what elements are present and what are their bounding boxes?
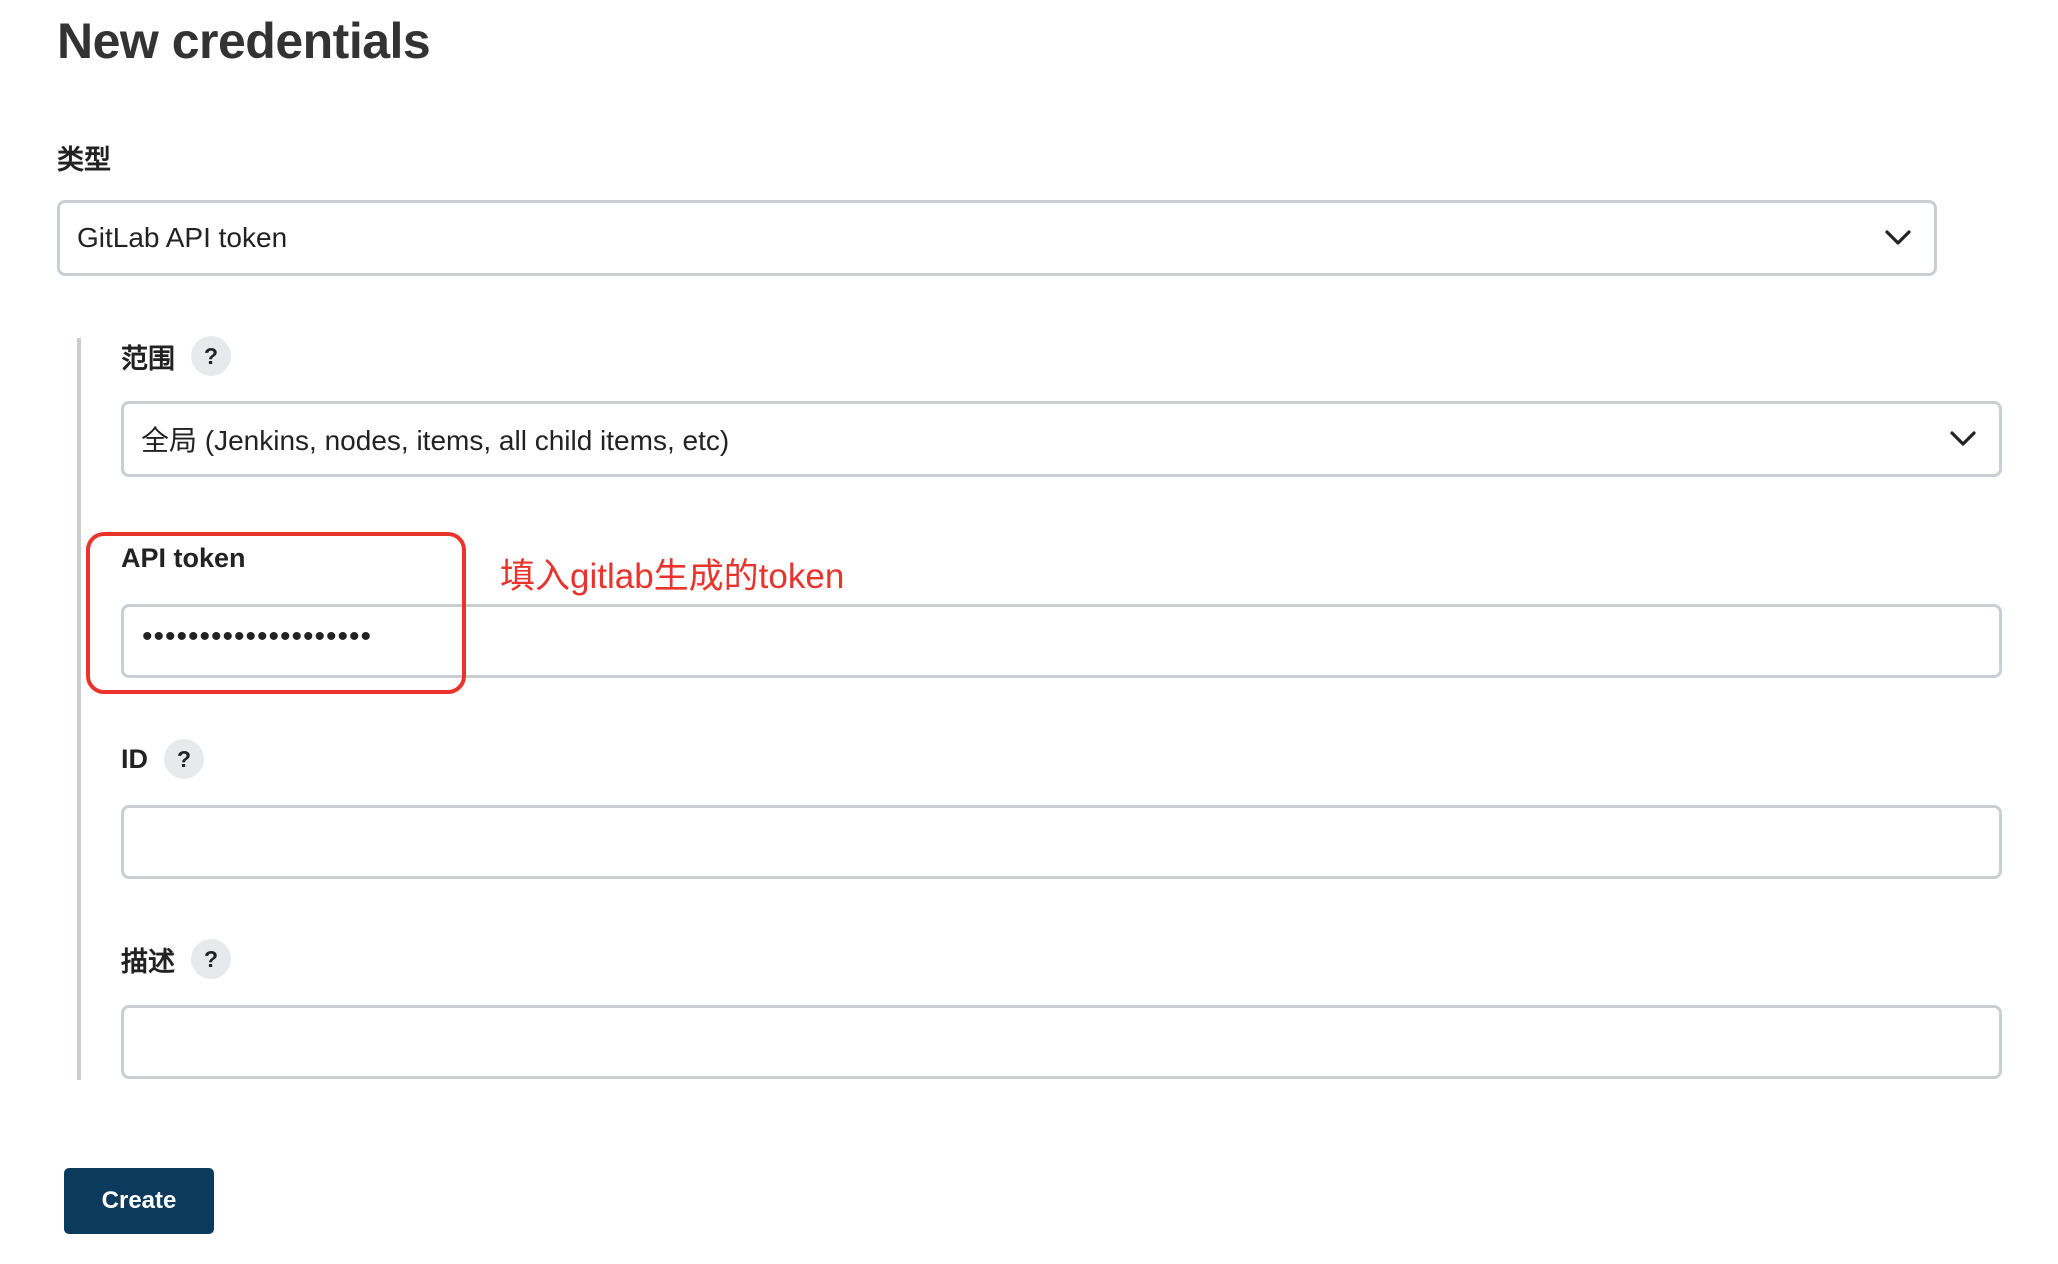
chevron-down-icon [1950, 431, 1976, 446]
chevron-down-icon [1885, 230, 1911, 245]
description-label-text: 描述 [121, 946, 175, 977]
annotation-highlight-box [86, 532, 466, 694]
id-label: ID ? [121, 739, 204, 779]
annotation-text: 填入gitlab生成的token [500, 557, 845, 596]
id-label-text: ID [121, 743, 148, 774]
kind-label-text: 类型 [57, 145, 111, 175]
id-help-icon[interactable]: ? [164, 739, 204, 779]
page-title: New credentials [57, 13, 431, 69]
description-input[interactable] [121, 1005, 2002, 1079]
kind-label: 类型 [57, 138, 111, 177]
nested-section-rule [77, 338, 81, 1080]
kind-selected-value: GitLab API token [77, 222, 288, 253]
create-button[interactable]: Create [64, 1168, 214, 1234]
kind-select[interactable]: GitLab API token [57, 200, 1937, 276]
description-help-icon[interactable]: ? [191, 939, 231, 979]
scope-selected-value: 全局 (Jenkins, nodes, items, all child ite… [141, 425, 730, 456]
id-input[interactable] [121, 805, 2002, 879]
description-label: 描述 ? [121, 939, 231, 979]
scope-help-icon[interactable]: ? [191, 336, 231, 376]
scope-label: 范围 ? [121, 336, 231, 376]
scope-select[interactable]: 全局 (Jenkins, nodes, items, all child ite… [121, 401, 2002, 477]
scope-label-text: 范围 [121, 343, 175, 374]
